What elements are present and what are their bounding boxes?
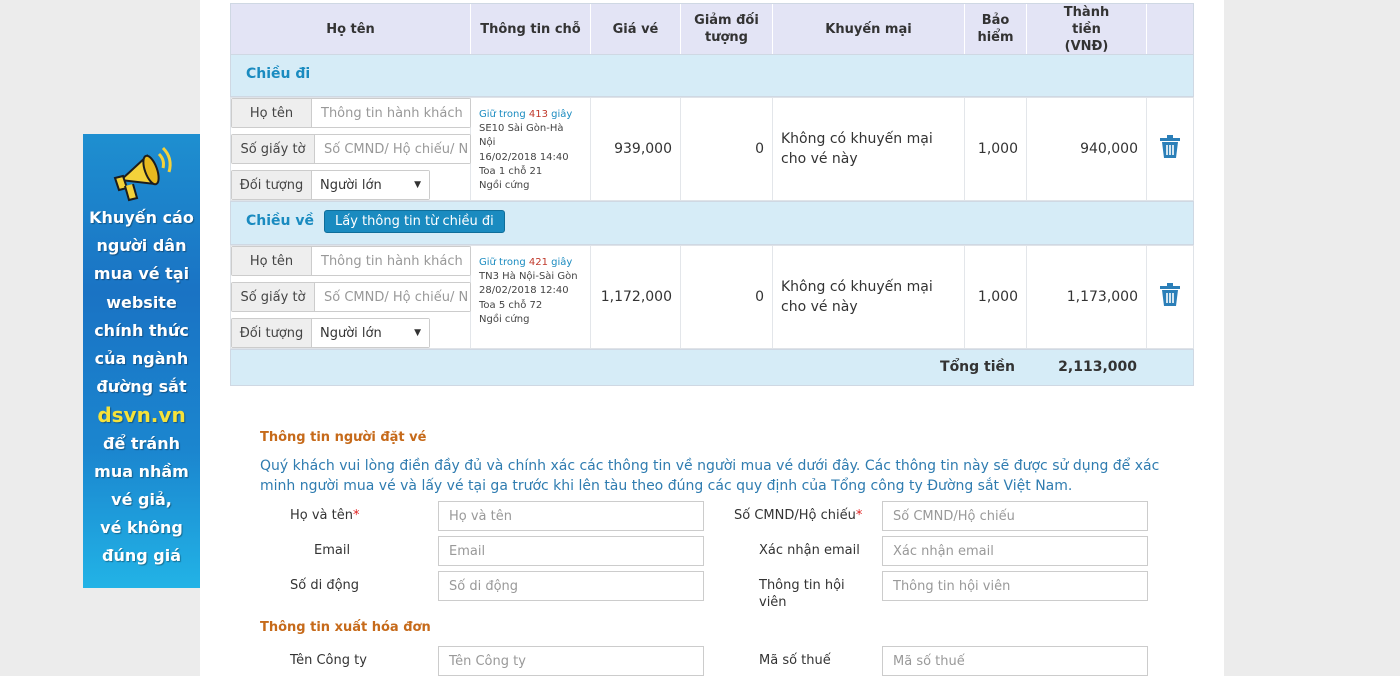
chevron-down-icon: ▼	[414, 180, 421, 190]
col-header-actions	[1147, 4, 1193, 54]
passenger-cell: Họ tên Thông tin hành khách Số giấy tờ S…	[231, 246, 471, 348]
promotion-cell: Không có khuyến mại cho vé này	[773, 98, 965, 200]
buyer-note: Quý khách vui lòng điền đầy đủ và chính …	[260, 458, 1160, 494]
seat-info: Giữ trong 421 giây TN3 Hà Nội-Sài Gòn 28…	[479, 257, 578, 325]
passenger-type-label: Đối tượng	[232, 319, 312, 347]
hold-timer: Giữ trong 421 giây	[479, 257, 573, 268]
invoice-tax-label: Mã số thuế	[759, 653, 831, 668]
price-value: 939,000	[614, 141, 672, 157]
discount-cell: 0	[681, 98, 773, 200]
insurance-value: 1,000	[977, 289, 1018, 305]
discount-value: 0	[755, 289, 764, 305]
invoice-company-input[interactable]: Tên Công ty	[438, 646, 704, 676]
col-header-insurance: Bảo hiểm	[965, 4, 1027, 54]
buyer-name-input[interactable]: Họ và tên	[438, 501, 704, 531]
col-header-discount: Giảm đối tượng	[681, 4, 773, 54]
copy-from-outbound-button[interactable]: Lấy thông tin từ chiều đi	[324, 210, 505, 233]
insurance-value: 1,000	[977, 141, 1018, 157]
col-header-price: Giá vé	[591, 4, 681, 54]
promo-text: Khuyến cáo người dân mua vé tại website …	[83, 204, 200, 571]
passenger-type-group: Đối tượng Người lớn ▼	[231, 170, 430, 200]
passenger-name-label: Họ tên	[232, 99, 312, 127]
insurance-cell: 1,000	[965, 246, 1027, 348]
promotion-text: Không có khuyến mại cho vé này	[781, 279, 933, 315]
seat-info-cell: Giữ trong 421 giây TN3 Hà Nội-Sài Gòn 28…	[471, 246, 591, 348]
trash-icon[interactable]	[1157, 134, 1183, 160]
buyer-heading: Thông tin người đặt vé	[260, 430, 427, 445]
price-cell: 939,000	[591, 98, 681, 200]
chevron-down-icon: ▼	[414, 328, 421, 338]
return-label: Chiều về	[246, 213, 314, 229]
promotion-text: Không có khuyến mại cho vé này	[781, 131, 933, 167]
passenger-type-select[interactable]: Người lớn ▼	[312, 319, 429, 347]
col-header-seat: Thông tin chỗ	[471, 4, 591, 54]
row-total-value: 1,173,000	[1066, 289, 1138, 305]
discount-value: 0	[755, 141, 764, 157]
passenger-cell: Họ tên Thông tin hành khách Số giấy tờ S…	[231, 98, 471, 200]
passenger-name-group: Họ tên Thông tin hành khách	[231, 246, 471, 276]
row-total-cell: 1,173,000	[1027, 246, 1147, 348]
invoice-heading: Thông tin xuất hóa đơn	[260, 620, 431, 635]
promotion-cell: Không có khuyến mại cho vé này	[773, 246, 965, 348]
invoice-company-label: Tên Công ty	[290, 653, 367, 668]
ticket-row: Họ tên Thông tin hành khách Số giấy tờ S…	[230, 245, 1194, 349]
buyer-email-confirm-label: Xác nhận email	[759, 543, 860, 558]
insurance-cell: 1,000	[965, 98, 1027, 200]
buyer-id-label: Số CMND/Hộ chiếu*	[734, 508, 863, 523]
buyer-name-label: Họ và tên*	[290, 508, 360, 523]
buyer-member-input[interactable]: Thông tin hội viên	[882, 571, 1148, 601]
outbound-label: Chiều đi	[246, 66, 311, 82]
col-header-promotion: Khuyến mại	[773, 4, 965, 54]
total-label: Tổng tiền	[940, 359, 1015, 375]
buyer-phone-input[interactable]: Số di động	[438, 571, 704, 601]
col-header-name: Họ tên	[231, 4, 471, 54]
row-total-cell: 940,000	[1027, 98, 1147, 200]
invoice-tax-input[interactable]: Mã số thuế	[882, 646, 1148, 676]
passenger-name-input[interactable]: Thông tin hành khách	[312, 99, 470, 127]
passenger-type-group: Đối tượng Người lớn ▼	[231, 318, 430, 348]
discount-cell: 0	[681, 246, 773, 348]
passenger-id-input[interactable]: Số CMND/ Hộ chiếu/ N	[315, 135, 470, 163]
buyer-email-confirm-input[interactable]: Xác nhận email	[882, 536, 1148, 566]
megaphone-icon	[113, 146, 172, 202]
buyer-email-label: Email	[314, 543, 351, 558]
passenger-type-select[interactable]: Người lớn ▼	[312, 171, 429, 199]
seat-info: Giữ trong 413 giây SE10 Sài Gòn-Hà Nội 1…	[479, 109, 573, 192]
promo-website: dsvn.vn	[97, 403, 186, 428]
passenger-id-label: Số giấy tờ	[232, 283, 315, 311]
passenger-type-label: Đối tượng	[232, 171, 312, 199]
passenger-name-label: Họ tên	[232, 247, 312, 275]
passenger-id-group: Số giấy tờ Số CMND/ Hộ chiếu/ N	[231, 134, 471, 164]
ticket-row: Họ tên Thông tin hành khách Số giấy tờ S…	[230, 97, 1194, 201]
passenger-id-label: Số giấy tờ	[232, 135, 315, 163]
passenger-name-input[interactable]: Thông tin hành khách	[312, 247, 470, 275]
seat-info-cell: Giữ trong 413 giây SE10 Sài Gòn-Hà Nội 1…	[471, 98, 591, 200]
buyer-member-label: Thông tin hội viên	[759, 578, 845, 610]
price-cell: 1,172,000	[591, 246, 681, 348]
buyer-email-input[interactable]: Email	[438, 536, 704, 566]
outbound-section: Chiều đi	[230, 54, 1194, 97]
trash-icon[interactable]	[1157, 282, 1183, 308]
col-header-total: Thành tiền (VNĐ)	[1027, 4, 1147, 54]
passenger-name-group: Họ tên Thông tin hành khách	[231, 98, 471, 128]
buyer-id-input[interactable]: Số CMND/Hộ chiếu	[882, 501, 1148, 531]
return-section: Chiều về Lấy thông tin từ chiều đi	[230, 201, 1194, 245]
price-value: 1,172,000	[600, 289, 672, 305]
passenger-id-group: Số giấy tờ Số CMND/ Hộ chiếu/ N	[231, 282, 471, 312]
total-value: 2,113,000	[1058, 359, 1137, 375]
passenger-id-input[interactable]: Số CMND/ Hộ chiếu/ N	[315, 283, 470, 311]
buyer-phone-label: Số di động	[290, 578, 360, 593]
row-total-value: 940,000	[1080, 141, 1138, 157]
hold-timer: Giữ trong 413 giây	[479, 109, 573, 120]
promo-banner[interactable]: Khuyến cáo người dân mua vé tại website …	[83, 134, 200, 588]
total-row: Tổng tiền 2,113,000	[230, 349, 1194, 386]
ticket-table-header: Họ tên Thông tin chỗ Giá vé Giảm đối tượ…	[230, 3, 1194, 55]
